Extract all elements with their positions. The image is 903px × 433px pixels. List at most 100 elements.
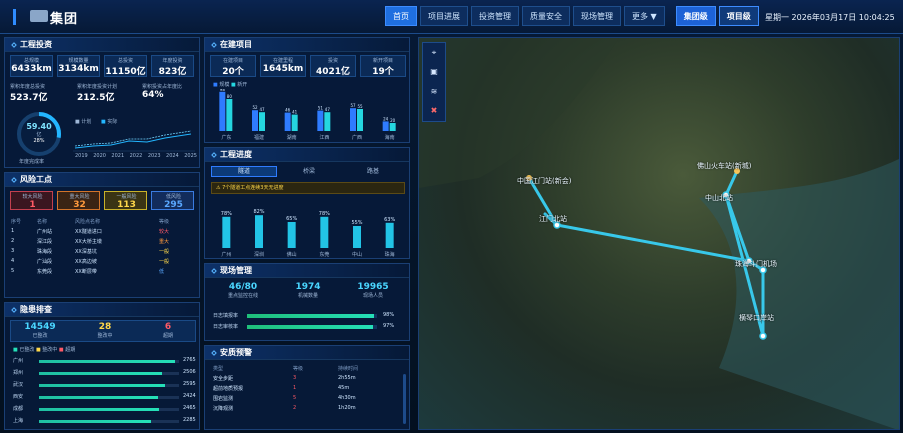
stat-overdue: 6 超期: [162, 322, 173, 339]
data-label: 63%: [384, 217, 395, 223]
risk-chip-critical[interactable]: 重大风险 32: [57, 191, 100, 210]
tick-label: 深圳: [254, 251, 264, 258]
bar: [255, 215, 263, 248]
tab-quality[interactable]: 质量安全: [522, 6, 570, 26]
risk-chip-major[interactable]: 较大风险 1: [10, 191, 53, 210]
map-label-station[interactable]: 珠海斗门机场: [735, 259, 777, 269]
tick-label: 广州: [221, 251, 231, 258]
map-label-station[interactable]: 中国江门站(新会): [517, 176, 571, 186]
progress-value: 97%: [383, 323, 395, 329]
risk-table: 序号 名称 风险点名称 等级 1 广州站 XX隧道进口 较大 2 深江段 XX大桥主墩 重大 3珠…: [11, 216, 195, 276]
tab-more[interactable]: 更多 ▼: [624, 6, 665, 26]
table-row[interactable]: 4 广汕段 XX高边坡 一般: [11, 256, 195, 266]
stat-mileage: 在建里程 1645km: [262, 58, 304, 74]
table-row[interactable]: 2 深江段 XX大桥主墩 重大: [11, 236, 195, 246]
tab-tunnel[interactable]: 隧道: [211, 166, 277, 177]
table-row[interactable]: 安全步距 3 2h55m: [213, 373, 403, 383]
bar: [320, 216, 329, 248]
map-overlay: [419, 38, 899, 429]
table-row[interactable]: 5 东莞段 XX断层带低: [11, 266, 195, 276]
table-row[interactable]: 围岩监测 5 4h30m: [213, 393, 403, 403]
progress-label: 日志审核率: [213, 324, 239, 330]
data-label: 20: [390, 118, 396, 123]
camera-icon[interactable]: ▣: [429, 67, 439, 77]
list-item[interactable]: 武汉 2595: [13, 381, 203, 390]
main-nav: 首页 项目进展 投资管理 质量安全 现场管理 更多 ▼ 集团级 项目级: [385, 6, 759, 26]
pin-icon[interactable]: ⌖: [429, 48, 439, 58]
tick-label: 珠海: [385, 251, 395, 258]
progress-tabs: 隧道 桥梁 路基: [211, 166, 405, 177]
tab-group-level[interactable]: 集团级: [675, 6, 716, 26]
list-item[interactable]: 广州 2765: [13, 357, 203, 366]
progress-row: 日志审核率 97%: [213, 323, 403, 331]
rank-bar: [39, 396, 179, 399]
diamond-icon: [11, 176, 17, 183]
hazard-panel: 隐患排查 14549 已整改 28 整改中 6 超期 ■ 已整改 ■ 整改中 ■ 超期…: [4, 302, 200, 430]
hazard-legend: ■ 已整改 ■ 整改中 ■ 超期: [13, 347, 76, 353]
progress-row: 日志填报率 98%: [213, 312, 403, 320]
progress-label: 日志填报率: [213, 313, 239, 319]
stat-year-invest: 年度投资 823亿: [158, 58, 187, 77]
scrollbar[interactable]: [403, 374, 406, 424]
bar: [389, 123, 396, 131]
logo-accent: [13, 9, 16, 25]
panel-title: 工程进度: [205, 148, 409, 162]
bar: [219, 91, 226, 131]
list-item[interactable]: 上海 2285: [13, 417, 203, 426]
map-label-station[interactable]: 横琴口岸站: [739, 313, 774, 323]
satellite-map[interactable]: 中国江门站(新会) 中山北站 佛山火车站(新城) 珠海斗门机场 江门北站 横琴口…: [418, 37, 900, 430]
table-row[interactable]: 超前地质预报 1 45m: [213, 383, 403, 393]
data-label: 57: [350, 103, 356, 108]
tab-home[interactable]: 首页: [385, 6, 417, 26]
rank-value: 2506: [183, 369, 196, 375]
table-row[interactable]: 3 珠海段 XX深基坑 一般: [11, 246, 195, 256]
bar: [252, 110, 258, 131]
bar: [291, 114, 298, 131]
diamond-icon: [211, 267, 217, 274]
map-label-station[interactable]: 江门北站: [539, 214, 567, 224]
risk-chip-general[interactable]: 一般风险 113: [104, 191, 147, 210]
map-label-station[interactable]: 中山北站: [705, 193, 733, 203]
stat-invest: 投资 4021亿: [315, 58, 351, 77]
tab-site[interactable]: 现场管理: [573, 6, 621, 26]
progress-alert[interactable]: ⚠ 7个隧道工点连续3天无进度: [211, 182, 405, 194]
rank-name: 成都: [13, 406, 24, 412]
list-item[interactable]: 西安 2424: [13, 393, 203, 402]
table-row[interactable]: 沉降观测 2 1h20m: [213, 403, 403, 413]
rank-value: 2285: [183, 417, 196, 423]
data-label: 55%: [351, 220, 362, 226]
stat-total-scale: 总规模 6433km: [11, 58, 52, 74]
data-label: 82%: [253, 209, 264, 215]
bar: [353, 226, 361, 248]
table-row[interactable]: 1 广州站 XX隧道进口 较大: [11, 226, 195, 236]
tick-label: 海南: [385, 134, 395, 141]
data-label: 98: [220, 89, 226, 92]
tab-bridge[interactable]: 桥梁: [277, 166, 341, 177]
rate-year-plan: 累积年度投资计划 212.5亿: [77, 84, 118, 103]
rank-bar: [39, 360, 179, 363]
risk-chip-low[interactable]: 低风险 295: [151, 191, 194, 210]
investment-panel: 工程投资 总规模 6433km 规模数量 3134km 总投资 11150亿 年度投资…: [4, 37, 200, 168]
diamond-icon: [11, 306, 17, 313]
tick-label: 江西: [319, 134, 329, 141]
panel-title: 风险工点: [5, 173, 199, 187]
list-item[interactable]: 郑州 2506: [13, 369, 203, 378]
tick-label: 中山: [352, 251, 362, 258]
stat-fixed: 14549 已整改: [24, 322, 56, 339]
stat-scale-count: 规模数量 3134km: [58, 58, 99, 74]
stat-new-projects: 新开项目 19个: [372, 58, 394, 77]
progress-value: 98%: [383, 312, 395, 318]
tab-progress[interactable]: 项目进展: [420, 6, 468, 26]
list-item[interactable]: 成都 2465: [13, 405, 203, 414]
layers-icon[interactable]: ≋: [429, 87, 439, 97]
rate-year-total: 累积年度总投资 523.7亿: [10, 84, 48, 103]
tick-label: 广西: [352, 134, 362, 141]
trash-icon[interactable]: ✖: [429, 106, 439, 116]
stat-staff: 19965 现场人员: [357, 282, 389, 299]
tab-investment[interactable]: 投资管理: [471, 6, 519, 26]
map-label-station[interactable]: 佛山火车站(新城): [697, 161, 751, 171]
tab-project-level[interactable]: 项目级: [718, 6, 759, 26]
tab-roadbed[interactable]: 路基: [341, 166, 405, 177]
data-label: 24: [383, 116, 389, 121]
bar: [222, 216, 231, 248]
